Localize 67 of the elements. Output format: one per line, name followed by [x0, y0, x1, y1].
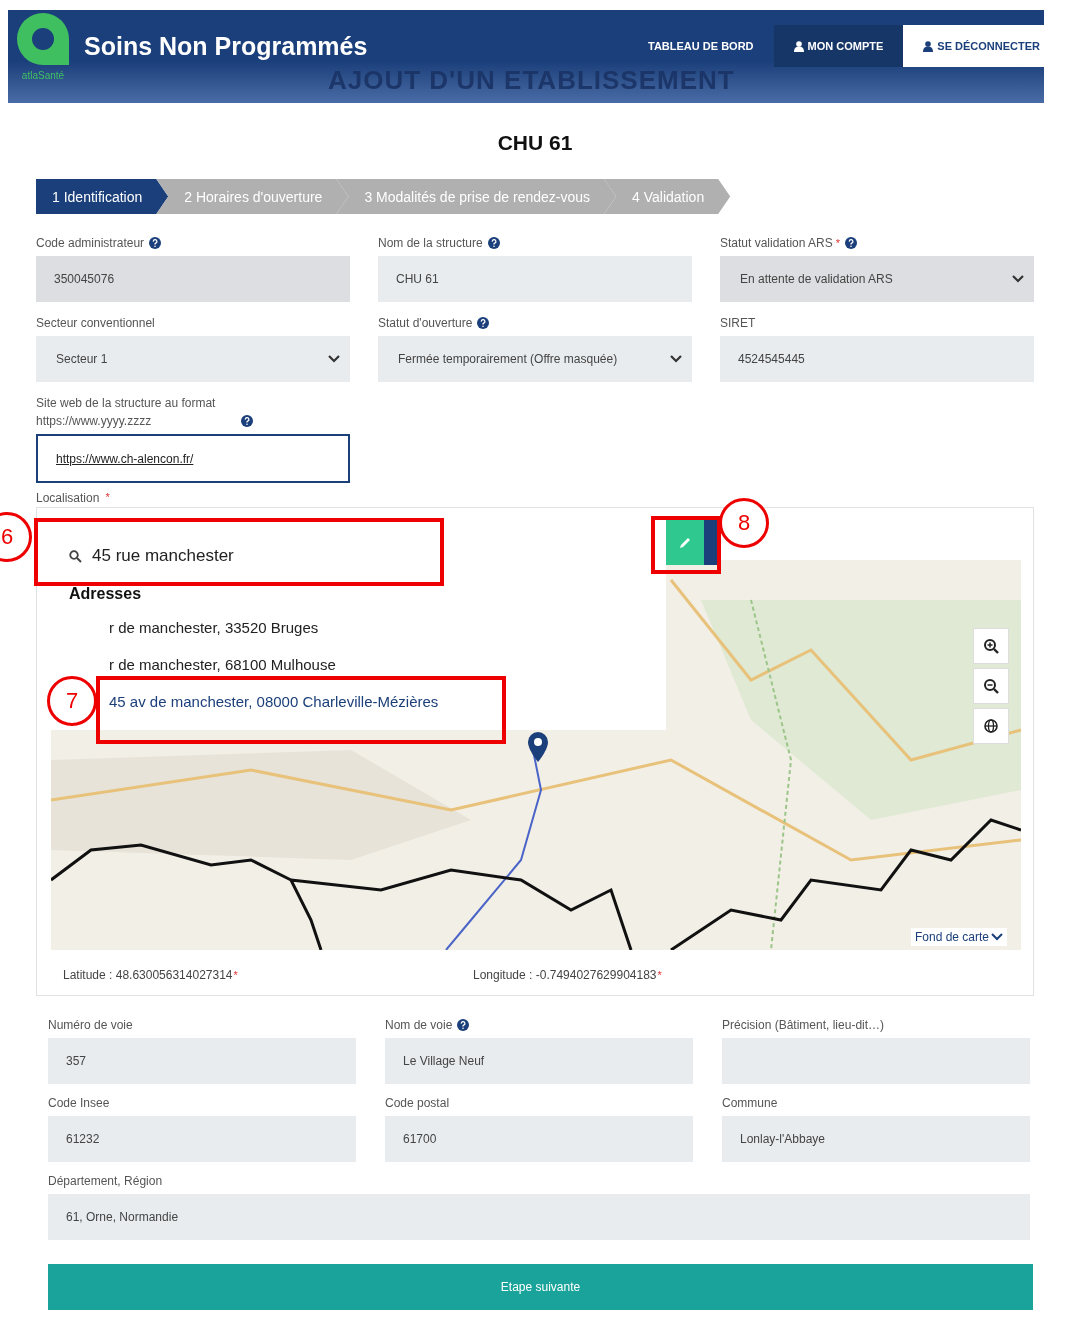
coordinate-text: Longitude : -0.7494027629904183 — [473, 968, 657, 982]
chevron-down-icon — [991, 933, 1004, 941]
chevron-down-icon — [670, 355, 682, 363]
help-icon[interactable] — [241, 415, 253, 427]
field-label: Précision (Bâtiment, lieu-dit…) — [722, 1017, 885, 1034]
zoom-in-icon — [983, 638, 999, 654]
input-field[interactable]: 61, Orne, Normandie — [48, 1194, 1030, 1240]
zoom-in-button[interactable] — [973, 628, 1009, 664]
zoom-out-icon — [983, 678, 999, 694]
field-label: Localisation — [36, 491, 100, 505]
basemap-select[interactable]: Fond de carte — [911, 928, 1008, 946]
input-field[interactable]: CHU 61 — [378, 256, 692, 302]
input-field[interactable]: 61700 — [385, 1116, 693, 1162]
input-field[interactable]: 61232 — [48, 1116, 356, 1162]
search-field[interactable]: 45 rue manchester — [92, 542, 392, 570]
coordinate-text: Latitude : 48.630056314027314 — [63, 968, 233, 982]
nav-link[interactable]: TABLEAU DE BORD — [628, 25, 774, 67]
required-mark: * — [105, 491, 110, 503]
field-label: Secteur conventionnel — [36, 315, 155, 332]
step-number-marker: 8 — [719, 498, 769, 548]
field-label: Code postal — [385, 1095, 450, 1112]
address-result[interactable]: r de manchester, 33520 Bruges — [109, 619, 319, 636]
field-label: Numéro de voie — [48, 1017, 133, 1034]
address-result[interactable]: r de manchester, 68100 Mulhouse — [109, 656, 336, 673]
globe-button[interactable] — [973, 708, 1009, 744]
help-icon[interactable] — [457, 1019, 470, 1031]
globe-icon — [983, 718, 999, 734]
field-label: Département, Région — [48, 1173, 163, 1190]
field-label: Nom de la structure — [378, 235, 483, 252]
logo-icon — [14, 10, 72, 68]
input-field[interactable]: Le Village Neuf — [385, 1038, 693, 1084]
field-label: Code Insee — [48, 1095, 110, 1112]
highlight-frame — [651, 516, 721, 574]
user-icon — [923, 40, 934, 52]
map-pin-icon — [527, 732, 549, 762]
field-label: Site web de la structure au format https://www.yyyy.zzzz — [36, 395, 217, 430]
field-label: SIRET — [720, 315, 756, 332]
nav-link[interactable]: MON COMPTE — [773, 25, 904, 67]
select-field[interactable]: Fermée temporairement (Offre masquée) — [378, 336, 692, 382]
zoom-out-button[interactable] — [973, 668, 1009, 704]
logo-caption: atlaSanté — [21, 70, 65, 81]
step-number-marker: 6 — [0, 512, 32, 562]
required-mark: * — [233, 969, 238, 981]
field-label: Commune — [722, 1095, 778, 1112]
field-label: Statut d'ouverture — [378, 315, 473, 332]
logout-button[interactable]: SE DÉCONNECTER — [903, 25, 1044, 67]
user-icon — [793, 40, 804, 52]
page-heading: CHU 61 — [496, 131, 574, 155]
search-icon — [69, 550, 82, 563]
field-label: Statut validation ARS — [720, 235, 833, 252]
results-heading: Adresses — [69, 585, 142, 603]
help-icon[interactable] — [487, 237, 500, 249]
input-field[interactable]: 4524545445 — [720, 336, 1034, 382]
required-mark: * — [835, 236, 840, 251]
input-field[interactable]: Lonlay-l'Abbaye — [722, 1116, 1030, 1162]
chevron-down-icon — [1012, 275, 1024, 283]
address-result[interactable]: 45 av de manchester, 08000 Charleville-Mézières — [109, 693, 439, 710]
required-mark: * — [657, 969, 662, 981]
select-field[interactable]: Secteur 1 — [36, 336, 350, 382]
input-field[interactable]: https://www.ch-alencon.fr/ — [36, 434, 350, 483]
step-tab[interactable]: 1 Identification — [36, 179, 169, 214]
help-icon[interactable] — [477, 317, 490, 329]
field-label: Nom de voie — [385, 1017, 453, 1034]
input-field[interactable]: 357 — [48, 1038, 356, 1084]
field-label: Code administrateur — [36, 235, 145, 252]
site-title: Soins Non Programmés — [84, 32, 369, 61]
chevron-down-icon — [328, 355, 340, 363]
